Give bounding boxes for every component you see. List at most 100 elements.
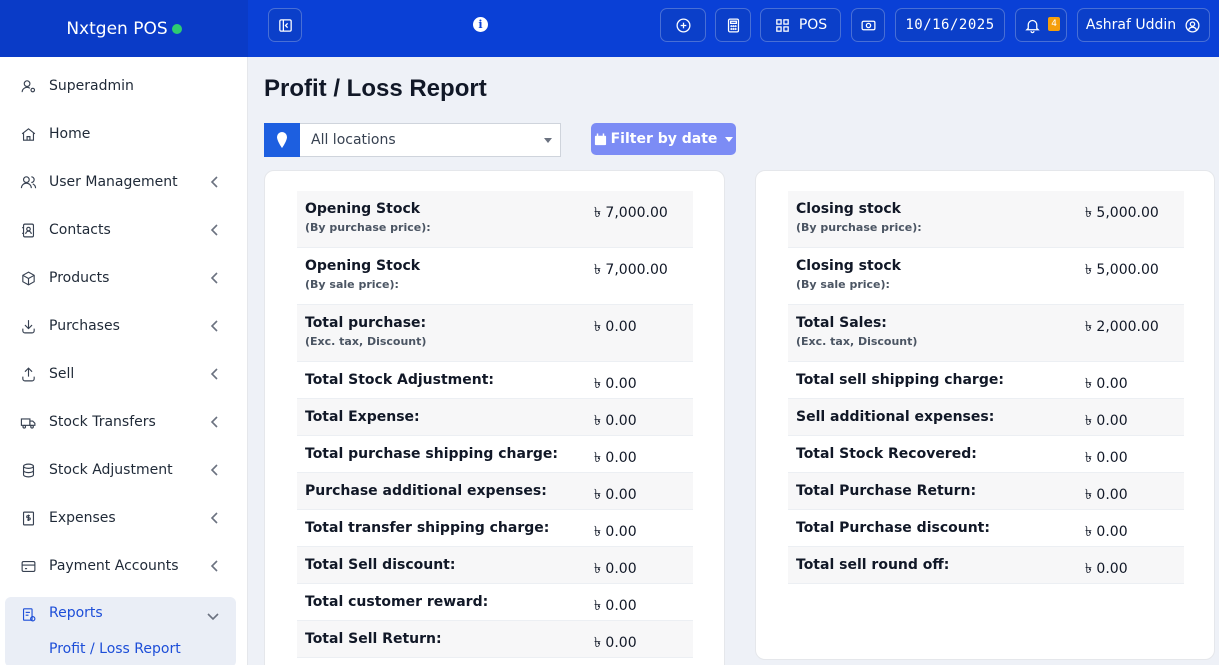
report-row-label: Opening Stock (By purchase price):: [297, 191, 586, 247]
sidebar-toggle-button[interactable]: [268, 8, 302, 42]
cash-register-button[interactable]: [851, 8, 885, 42]
sidebar-item-purchases[interactable]: Purchases: [5, 304, 236, 348]
chevron-left-icon: [210, 560, 218, 572]
sidebar-item-label: Purchases: [49, 318, 120, 334]
notification-badge: 4: [1048, 17, 1060, 31]
sidebar-subitem-profit-loss-report[interactable]: Profit / Loss Report: [49, 641, 181, 657]
report-row-label: Total Stock Adjustment:: [297, 362, 586, 398]
grid-icon: [776, 18, 789, 32]
report-row-title: Total transfer shipping charge:: [305, 520, 550, 536]
sidebar-item-label: Sell: [49, 366, 75, 382]
report-row-value: ৳ 5,000.00: [1085, 262, 1159, 278]
sidebar-item-stock-transfers[interactable]: Stock Transfers: [5, 400, 236, 444]
report-row-value: ৳ 0.00: [594, 598, 637, 614]
report-row: Purchase additional expenses: ৳ 0.00: [297, 473, 693, 510]
chevron-left-icon: [210, 272, 218, 284]
report-row-title: Closing stock: [796, 201, 901, 217]
home-icon: [21, 127, 35, 141]
location-pin-icon: [264, 123, 300, 157]
report-row: Total Sell discount: ৳ 0.00: [297, 547, 693, 584]
report-row-subtitle: (By sale price):: [796, 278, 890, 291]
filter-by-date-label: Filter by date: [610, 131, 718, 147]
report-row-title: Sell additional expenses:: [796, 409, 995, 425]
users-icon: [20, 175, 36, 188]
report-row-label: Total Sales: (Exc. tax, Discount): [788, 305, 1077, 361]
report-row-label: Total Purchase discount:: [788, 510, 1077, 546]
brand[interactable]: Nxtgen POS: [0, 0, 248, 57]
report-row: Total Expense: ৳ 0.00: [297, 399, 693, 436]
report-row: Total purchase: (Exc. tax, Discount) ৳ 0.0…: [297, 305, 693, 362]
report-row: Sell additional expenses: ৳ 0.00: [788, 399, 1184, 436]
sidebar-item-home[interactable]: Home: [5, 112, 236, 156]
report-row-value: ৳ 0.00: [594, 450, 637, 466]
location-select-value: All locations: [311, 132, 396, 148]
page-title: Profit / Loss Report: [264, 75, 487, 102]
report-row-value: ৳ 0.00: [594, 561, 637, 577]
truck-icon: [20, 417, 35, 429]
report-row-label: Total sell shipping charge:: [788, 362, 1077, 398]
report-row-value: ৳ 0.00: [1085, 561, 1128, 577]
report-row: Total Sell Return: ৳ 0.00: [297, 621, 693, 658]
contacts-icon: [21, 223, 34, 237]
pos-button[interactable]: POS: [760, 8, 841, 42]
report-row-label: Total Sell discount:: [297, 547, 586, 583]
sidebar-item-label: Products: [49, 270, 110, 286]
plus-circle-icon: [675, 17, 691, 33]
calendar-icon: [594, 132, 606, 145]
online-status-dot: [171, 23, 182, 34]
sidebar-item-label: Stock Adjustment: [49, 462, 173, 478]
income-report-card: Closing stock (By purchase price): ৳ 5,000…: [755, 170, 1215, 660]
location-select[interactable]: All locations: [300, 123, 561, 157]
report-row: Opening Stock (By sale price): ৳ 7,000.00: [297, 248, 693, 305]
brand-name: Nxtgen POS: [66, 18, 168, 39]
report-row-subtitle: (Exc. tax, Discount): [305, 335, 427, 348]
caret-down-icon: [544, 138, 552, 143]
report-row-value: ৳ 0.00: [594, 635, 637, 651]
user-menu-button[interactable]: Ashraf Uddin: [1077, 8, 1210, 42]
sidebar-item-expenses[interactable]: Expenses: [5, 496, 236, 540]
box-icon: [21, 270, 35, 286]
report-row-label: Closing stock (By sale price):: [788, 248, 1077, 304]
chevron-left-icon: [210, 512, 218, 524]
sidebar-item-label: Reports: [49, 605, 103, 621]
sidebar-item-payment-accounts[interactable]: Payment Accounts: [5, 544, 236, 588]
sidebar-item-products[interactable]: Products: [5, 256, 236, 300]
notifications-button[interactable]: 4: [1015, 8, 1067, 42]
database-icon: [22, 463, 34, 477]
sidebar-item-sell[interactable]: Sell: [5, 352, 236, 396]
report-row-label: Total sell round off:: [788, 547, 1077, 583]
receipt-icon: [22, 511, 34, 525]
report-row: Total Purchase discount: ৳ 0.00: [788, 510, 1184, 547]
report-row: Total transfer shipping charge: ৳ 0.00: [297, 510, 693, 547]
report-row-value: ৳ 7,000.00: [594, 262, 668, 278]
info-icon[interactable]: i: [473, 17, 488, 32]
report-row: Total Purchase Return: ৳ 0.00: [788, 473, 1184, 510]
report-row-title: Total Sell discount:: [305, 557, 456, 573]
report-row-label: Closing stock (By purchase price):: [788, 191, 1077, 247]
report-row-title: Opening Stock: [305, 201, 421, 217]
bell-icon: [1025, 19, 1040, 33]
calculator-button[interactable]: [715, 8, 751, 42]
chevron-down-icon: [207, 613, 219, 621]
sidebar-item-superadmin[interactable]: Superadmin: [5, 64, 236, 108]
sidebar-item-label: Home: [49, 126, 91, 142]
report-row: Total purchase shipping charge: ৳ 0.00: [297, 436, 693, 473]
report-row-value: ৳ 0.00: [594, 413, 637, 429]
sidebar-item-label: Expenses: [49, 510, 116, 526]
caret-down-icon: [725, 136, 734, 142]
sidebar-item-stock-adjustment[interactable]: Stock Adjustment: [5, 448, 236, 492]
sidebar-item-user-management[interactable]: User Management: [5, 160, 236, 204]
report-row-title: Closing stock: [796, 258, 901, 274]
report-row-label: Total Expense:: [297, 399, 586, 435]
add-button[interactable]: [660, 8, 706, 42]
user-circle-icon: [1185, 17, 1200, 33]
pos-label: POS: [798, 17, 828, 33]
filter-by-date-button[interactable]: Filter by date: [591, 123, 736, 155]
report-row-label: Total transfer shipping charge:: [297, 510, 586, 546]
report-row: Closing stock (By purchase price): ৳ 5,000…: [788, 191, 1184, 248]
report-row: Closing stock (By sale price): ৳ 5,000.00: [788, 248, 1184, 305]
report-row-value: ৳ 5,000.00: [1085, 205, 1159, 221]
right-report-table: Closing stock (By purchase price): ৳ 5,000…: [788, 191, 1184, 584]
sidebar-item-contacts[interactable]: Contacts: [5, 208, 236, 252]
report-row-label: Total Purchase Return:: [788, 473, 1077, 509]
